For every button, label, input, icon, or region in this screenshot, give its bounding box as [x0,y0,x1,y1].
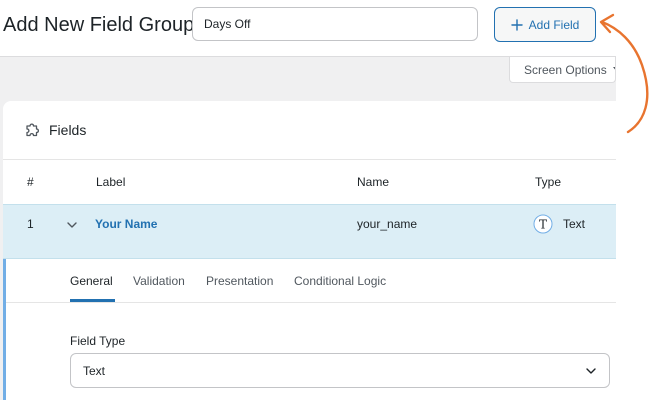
add-field-button[interactable]: Add Field [494,7,596,42]
fields-panel: Fields # Label Name Type 1 Your Name you… [3,101,616,400]
table-row[interactable]: 1 Your Name your_name T Text [3,205,616,259]
column-header-name: Name [357,175,390,189]
field-type-select-value: Text [83,364,106,378]
field-order: 1 [27,217,34,231]
tab-conditional-logic[interactable]: Conditional Logic [294,274,386,288]
field-type-select[interactable]: Text [70,353,610,388]
tab-general[interactable]: General [70,274,113,288]
field-name: your_name [357,217,418,231]
chevron-down-icon[interactable] [66,219,78,231]
column-header-type: Type [535,175,562,189]
column-header-order: # [27,175,34,189]
screen-options-label: Screen Options [524,62,607,77]
text-type-icon-letter: T [539,218,547,232]
field-settings-tabs: General Validation Presentation Conditio… [6,259,616,303]
text-type-icon: T [533,214,553,234]
fields-panel-header: Fields [3,101,616,160]
plus-icon [510,18,523,31]
active-tab-indicator [70,299,115,302]
field-type-label: Field Type [70,334,126,348]
field-group-title-input[interactable] [192,7,478,41]
page-title: Add New Field Group [3,14,195,36]
right-margin [616,0,660,400]
fields-panel-title: Fields [49,122,87,138]
puzzle-icon [26,123,40,137]
tab-presentation[interactable]: Presentation [206,274,273,288]
column-header-label: Label [96,175,126,189]
field-type: Text [563,217,586,231]
add-field-button-label: Add Field [528,17,580,32]
chevron-down-icon [586,368,596,374]
screen-options-toggle[interactable]: Screen Options [509,57,616,83]
tab-validation[interactable]: Validation [133,274,185,288]
field-settings: General Validation Presentation Conditio… [3,259,616,400]
field-label-link[interactable]: Your Name [95,217,157,231]
page-header: Add New Field Group Add Field [0,0,616,57]
fields-table-header: # Label Name Type [3,160,616,205]
